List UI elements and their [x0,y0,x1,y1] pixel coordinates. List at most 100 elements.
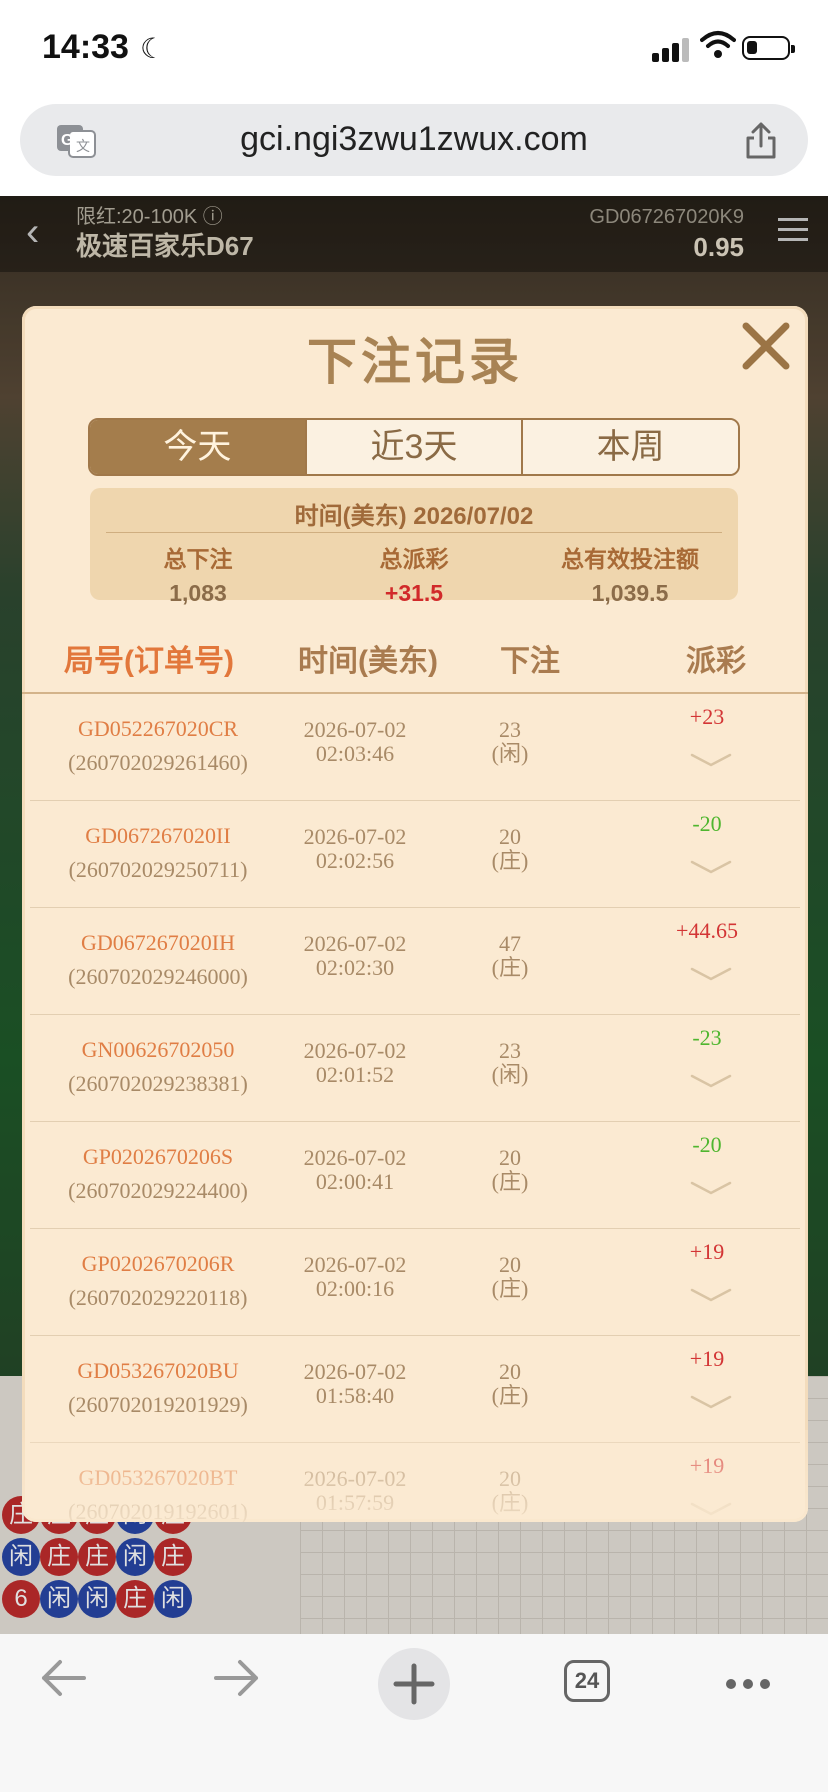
modal-title: 下注记录 [307,334,523,390]
time-cell: 2026-07-02 02:01:52 [284,1039,426,1087]
more-icon[interactable] [726,1676,777,1694]
round-number[interactable]: GN00626702050 [30,1033,286,1067]
bet-side: (庄) [491,955,529,980]
chevron-down-icon[interactable] [690,1394,732,1410]
bet-time: 02:00:16 [315,1276,395,1301]
bet-amount: 47 [499,931,521,956]
chevron-down-icon[interactable] [690,1073,732,1089]
summary-panel: 时间(美东) 2026/07/02 总下注 1,083 总派彩 +31.5 总有… [90,488,738,606]
bet-amount: 20 [499,1359,521,1384]
time-cell: 2026-07-02 02:02:30 [284,932,426,980]
clock: 14:33 [42,28,129,66]
moon-icon: ☾ [140,33,166,64]
url-text[interactable]: gci.ngi3zwu1zwux.com [20,120,808,159]
round-cell: GD052267020CR (260702029261460) [30,712,286,780]
order-number: (260702019201929) [68,1392,248,1417]
forward-arrow-icon[interactable] [212,1656,262,1700]
bet-side: (庄) [491,1169,529,1194]
payout-value: +19 [689,1346,725,1371]
bet-date: 2026-07-02 [303,1359,407,1384]
signal-icon [652,36,692,62]
bet-side: (庄) [491,1276,529,1301]
browser-toolbar: 24 [0,1634,828,1792]
bet-side: (闲) [491,1062,529,1087]
bet-cell: 20(庄) [470,825,550,873]
table-row[interactable]: GD053267020BU (260702019201929) 2026-07-02… [30,1336,800,1443]
table-row[interactable]: GN00626702050 (260702029238381) 2026-07-02… [30,1015,800,1122]
tab-count-button[interactable]: 24 [564,1660,610,1702]
address-bar[interactable]: G 文 gci.ngi3zwu1zwux.com [20,104,808,176]
round-number[interactable]: GD067267020IH [30,926,286,960]
bet-date: 2026-07-02 [303,931,407,956]
order-number: (260702029250711) [68,857,248,882]
bet-cell: 20(庄) [470,1360,550,1408]
total-bet: 总下注 1,083 [90,540,306,607]
total-bet-label: 总下注 [163,546,233,572]
table-row[interactable]: GP0202670206R (260702029220118) 2026-07-02… [30,1229,800,1336]
round-number[interactable]: GP0202670206R [30,1247,286,1281]
chevron-down-icon[interactable] [690,966,732,982]
round-cell: GD067267020IH (260702029246000) [30,926,286,994]
table-row[interactable]: GD052267020CR (260702029261460) 2026-07-02… [30,694,800,801]
tab-last-3-days[interactable]: 近3天 [306,420,524,474]
chevron-down-icon[interactable] [690,859,732,875]
new-tab-button[interactable] [378,1648,450,1720]
bet-amount: 23 [499,717,521,742]
total-bet-value: 1,083 [169,580,227,606]
round-cell: GD053267020BU (260702019201929) [30,1354,286,1422]
time-cell: 2026-07-02 01:58:40 [284,1360,426,1408]
round-cell: GN00626702050 (260702029238381) [30,1033,286,1101]
order-number: (260702029220118) [68,1285,248,1310]
total-payout-label: 总派彩 [379,546,449,572]
bet-date: 2026-07-02 [303,1145,407,1170]
tab-today[interactable]: 今天 [90,420,307,474]
order-number: (260702029246000) [68,964,248,989]
table-row[interactable]: GD067267020IH (260702029246000) 2026-07-02… [30,908,800,1015]
payout-value: -20 [692,1132,722,1157]
bet-time: 02:03:46 [315,741,395,766]
payout-value: +44.65 [676,918,738,943]
total-payout-value: +31.5 [384,580,444,606]
round-number[interactable]: GD053267020BU [30,1354,286,1388]
bet-date: 2026-07-02 [303,824,407,849]
bet-cell: 23 (闲) [470,1039,550,1087]
round-number[interactable]: GD067267020II [30,819,286,853]
payout-value: -20 [692,811,722,836]
bet-cell: 47 (庄) [470,932,550,980]
bet-cell: 20(庄) [470,1146,550,1194]
bet-amount: 20 [499,1252,521,1277]
table-header: 局号(订单号) 时间(美东) 下注 派彩 [22,636,808,680]
back-arrow-icon[interactable] [38,1656,88,1700]
round-number[interactable]: GD052267020CR [30,712,286,746]
header-payout: 派彩 [686,645,746,678]
payout-value: +23 [689,704,725,729]
header-round-id: 局号(订单号) [64,645,234,678]
chevron-down-icon[interactable] [690,1180,732,1196]
time-cell: 2026-07-02 02:00:16 [284,1253,426,1301]
payout-value: -23 [692,1025,722,1050]
plus-icon [393,1663,435,1705]
bet-cell: 23 (闲) [470,718,550,766]
header-bet: 下注 [500,645,560,678]
round-cell: GD067267020II (260702029250711) [30,819,286,887]
round-number[interactable]: GP0202670206S [30,1140,286,1174]
bet-record-list: GD052267020CR (260702029261460) 2026-07-02… [22,694,808,1522]
chevron-down-icon[interactable] [690,1287,732,1303]
close-icon[interactable] [738,318,794,374]
tab-this-week[interactable]: 本周 [523,420,738,474]
valid-bet-value: 1,039.5 [591,580,669,606]
bet-time: 02:02:30 [315,955,395,980]
order-number: (260702029261460) [68,750,248,775]
order-number: (260702029238381) [68,1071,248,1096]
bet-amount: 23 [499,1038,521,1063]
time-cell: 2026-07-02 02:00:41 [284,1146,426,1194]
bet-date: 2026-07-02 [303,717,407,742]
chevron-down-icon[interactable] [690,752,732,768]
bet-side: (闲) [491,741,529,766]
date-range-tabs: 今天 近3天 本周 [88,418,740,476]
bet-time: 02:01:52 [315,1062,395,1087]
share-icon[interactable] [742,120,780,160]
table-row[interactable]: GD067267020II (260702029250711) 2026-07-02… [30,801,800,908]
bet-date: 2026-07-02 [303,1252,407,1277]
table-row[interactable]: GP0202670206S (260702029224400) 2026-07-02… [30,1122,800,1229]
